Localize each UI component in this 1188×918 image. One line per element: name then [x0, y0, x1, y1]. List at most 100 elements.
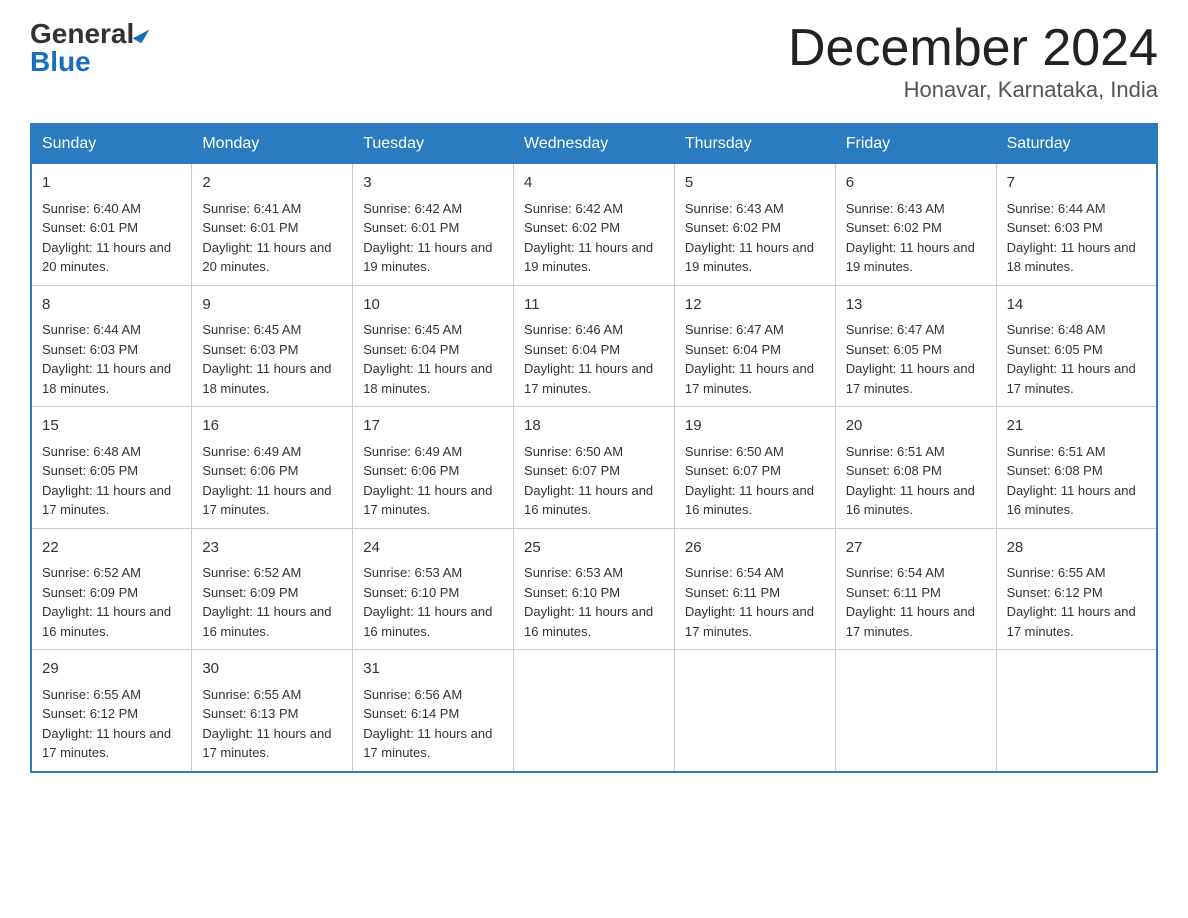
calendar-cell: 1Sunrise: 6:40 AMSunset: 6:01 PMDaylight… — [31, 164, 192, 286]
day-number: 19 — [685, 415, 825, 438]
calendar-cell: 4 Sunrise: 6:42 AMSunset: 6:02 PMDaylight… — [514, 164, 675, 286]
calendar-cell — [674, 650, 835, 772]
day-number: 22 — [42, 537, 181, 560]
day-info: Sunrise: 6:54 AMSunset: 6:11 PMDaylight:… — [846, 565, 975, 639]
day-number: 9 — [202, 294, 342, 317]
day-info: Sunrise: 6:55 AMSunset: 6:12 PMDaylight:… — [42, 687, 171, 761]
weekday-header-sunday: Sunday — [31, 124, 192, 164]
day-number: 10 — [363, 294, 503, 317]
day-info: Sunrise: 6:55 AMSunset: 6:13 PMDaylight:… — [202, 687, 331, 761]
month-title: December 2024 — [788, 20, 1158, 77]
calendar-cell: 16 Sunrise: 6:49 AMSunset: 6:06 PMDayligh… — [192, 407, 353, 529]
weekday-header-wednesday: Wednesday — [514, 124, 675, 164]
day-number: 5 — [685, 172, 825, 195]
day-number: 7 — [1007, 172, 1146, 195]
calendar-cell: 25 Sunrise: 6:53 AMSunset: 6:10 PMDayligh… — [514, 528, 675, 650]
day-info: Sunrise: 6:52 AMSunset: 6:09 PMDaylight:… — [42, 565, 171, 639]
calendar-cell: 17 Sunrise: 6:49 AMSunset: 6:06 PMDayligh… — [353, 407, 514, 529]
day-info: Sunrise: 6:49 AMSunset: 6:06 PMDaylight:… — [363, 444, 492, 518]
calendar-cell — [996, 650, 1157, 772]
logo-blue-text: Blue — [30, 48, 91, 76]
calendar-cell: 3Sunrise: 6:42 AMSunset: 6:01 PMDaylight… — [353, 164, 514, 286]
day-number: 13 — [846, 294, 986, 317]
calendar-week-row: 22 Sunrise: 6:52 AMSunset: 6:09 PMDayligh… — [31, 528, 1157, 650]
calendar-cell: 7 Sunrise: 6:44 AMSunset: 6:03 PMDaylight… — [996, 164, 1157, 286]
calendar-week-row: 15 Sunrise: 6:48 AMSunset: 6:05 PMDayligh… — [31, 407, 1157, 529]
page-header: General Blue December 2024 Honavar, Karn… — [30, 20, 1158, 103]
logo-general-text: General — [30, 20, 134, 48]
day-number: 11 — [524, 294, 664, 317]
calendar-cell: 2 Sunrise: 6:41 AMSunset: 6:01 PMDaylight… — [192, 164, 353, 286]
day-number: 15 — [42, 415, 181, 438]
calendar-cell: 20 Sunrise: 6:51 AMSunset: 6:08 PMDayligh… — [835, 407, 996, 529]
location-title: Honavar, Karnataka, India — [788, 77, 1158, 103]
day-info: Sunrise: 6:53 AMSunset: 6:10 PMDaylight:… — [524, 565, 653, 639]
day-info: Sunrise: 6:45 AMSunset: 6:03 PMDaylight:… — [202, 322, 331, 396]
day-number: 31 — [363, 658, 503, 681]
calendar-cell: 19 Sunrise: 6:50 AMSunset: 6:07 PMDayligh… — [674, 407, 835, 529]
calendar-cell — [514, 650, 675, 772]
day-number: 18 — [524, 415, 664, 438]
calendar-cell: 29 Sunrise: 6:55 AMSunset: 6:12 PMDayligh… — [31, 650, 192, 772]
calendar-cell: 30 Sunrise: 6:55 AMSunset: 6:13 PMDayligh… — [192, 650, 353, 772]
calendar-week-row: 8Sunrise: 6:44 AMSunset: 6:03 PMDaylight… — [31, 285, 1157, 407]
calendar-cell: 5Sunrise: 6:43 AMSunset: 6:02 PMDaylight… — [674, 164, 835, 286]
weekday-header-thursday: Thursday — [674, 124, 835, 164]
day-info: Sunrise: 6:51 AMSunset: 6:08 PMDaylight:… — [1007, 444, 1136, 518]
calendar-week-row: 1Sunrise: 6:40 AMSunset: 6:01 PMDaylight… — [31, 164, 1157, 286]
day-number: 25 — [524, 537, 664, 560]
day-info: Sunrise: 6:52 AMSunset: 6:09 PMDaylight:… — [202, 565, 331, 639]
day-number: 6 — [846, 172, 986, 195]
day-info: Sunrise: 6:40 AMSunset: 6:01 PMDaylight:… — [42, 201, 171, 275]
day-number: 26 — [685, 537, 825, 560]
calendar-cell: 21 Sunrise: 6:51 AMSunset: 6:08 PMDayligh… — [996, 407, 1157, 529]
calendar-cell: 15 Sunrise: 6:48 AMSunset: 6:05 PMDayligh… — [31, 407, 192, 529]
calendar-cell: 12 Sunrise: 6:47 AMSunset: 6:04 PMDayligh… — [674, 285, 835, 407]
day-info: Sunrise: 6:53 AMSunset: 6:10 PMDaylight:… — [363, 565, 492, 639]
weekday-header-monday: Monday — [192, 124, 353, 164]
calendar-cell: 22 Sunrise: 6:52 AMSunset: 6:09 PMDayligh… — [31, 528, 192, 650]
day-info: Sunrise: 6:50 AMSunset: 6:07 PMDaylight:… — [524, 444, 653, 518]
day-info: Sunrise: 6:51 AMSunset: 6:08 PMDaylight:… — [846, 444, 975, 518]
day-number: 24 — [363, 537, 503, 560]
day-info: Sunrise: 6:48 AMSunset: 6:05 PMDaylight:… — [42, 444, 171, 518]
calendar-cell: 14Sunrise: 6:48 AMSunset: 6:05 PMDayligh… — [996, 285, 1157, 407]
calendar-cell — [835, 650, 996, 772]
day-number: 29 — [42, 658, 181, 681]
day-number: 20 — [846, 415, 986, 438]
calendar-cell: 9 Sunrise: 6:45 AMSunset: 6:03 PMDaylight… — [192, 285, 353, 407]
day-info: Sunrise: 6:44 AMSunset: 6:03 PMDaylight:… — [42, 322, 171, 396]
calendar-cell: 10 Sunrise: 6:45 AMSunset: 6:04 PMDayligh… — [353, 285, 514, 407]
day-info: Sunrise: 6:43 AMSunset: 6:02 PMDaylight:… — [846, 201, 975, 275]
day-info: Sunrise: 6:49 AMSunset: 6:06 PMDaylight:… — [202, 444, 331, 518]
day-number: 2 — [202, 172, 342, 195]
calendar-cell: 24 Sunrise: 6:53 AMSunset: 6:10 PMDayligh… — [353, 528, 514, 650]
weekday-header-tuesday: Tuesday — [353, 124, 514, 164]
day-info: Sunrise: 6:42 AMSunset: 6:02 PMDaylight:… — [524, 201, 653, 275]
weekday-header-row: SundayMondayTuesdayWednesdayThursdayFrid… — [31, 124, 1157, 164]
day-info: Sunrise: 6:47 AMSunset: 6:04 PMDaylight:… — [685, 322, 814, 396]
day-number: 16 — [202, 415, 342, 438]
title-block: December 2024 Honavar, Karnataka, India — [788, 20, 1158, 103]
calendar-cell: 31Sunrise: 6:56 AMSunset: 6:14 PMDayligh… — [353, 650, 514, 772]
day-info: Sunrise: 6:41 AMSunset: 6:01 PMDaylight:… — [202, 201, 331, 275]
calendar-cell: 26 Sunrise: 6:54 AMSunset: 6:11 PMDayligh… — [674, 528, 835, 650]
day-number: 14 — [1007, 294, 1146, 317]
day-info: Sunrise: 6:54 AMSunset: 6:11 PMDaylight:… — [685, 565, 814, 639]
day-number: 12 — [685, 294, 825, 317]
day-info: Sunrise: 6:42 AMSunset: 6:01 PMDaylight:… — [363, 201, 492, 275]
calendar-cell: 13Sunrise: 6:47 AMSunset: 6:05 PMDayligh… — [835, 285, 996, 407]
day-info: Sunrise: 6:50 AMSunset: 6:07 PMDaylight:… — [685, 444, 814, 518]
calendar-cell: 6 Sunrise: 6:43 AMSunset: 6:02 PMDaylight… — [835, 164, 996, 286]
calendar-cell: 28 Sunrise: 6:55 AMSunset: 6:12 PMDayligh… — [996, 528, 1157, 650]
day-info: Sunrise: 6:55 AMSunset: 6:12 PMDaylight:… — [1007, 565, 1136, 639]
day-info: Sunrise: 6:45 AMSunset: 6:04 PMDaylight:… — [363, 322, 492, 396]
day-number: 30 — [202, 658, 342, 681]
day-number: 17 — [363, 415, 503, 438]
day-number: 28 — [1007, 537, 1146, 560]
day-info: Sunrise: 6:44 AMSunset: 6:03 PMDaylight:… — [1007, 201, 1136, 275]
calendar-cell: 8Sunrise: 6:44 AMSunset: 6:03 PMDaylight… — [31, 285, 192, 407]
weekday-header-saturday: Saturday — [996, 124, 1157, 164]
day-number: 21 — [1007, 415, 1146, 438]
day-number: 4 — [524, 172, 664, 195]
